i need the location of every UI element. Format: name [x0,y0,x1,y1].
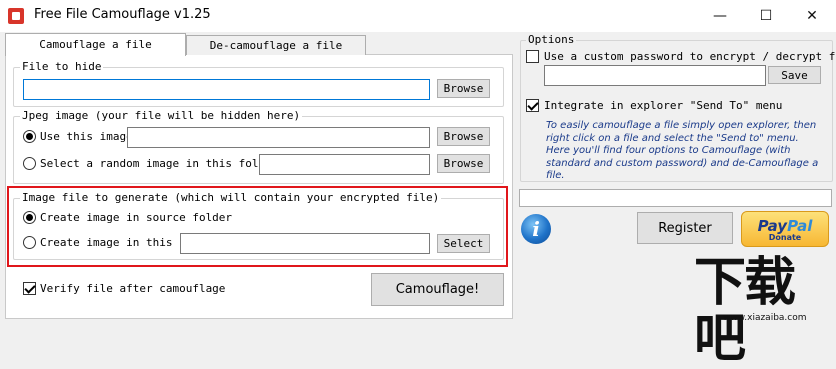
random-image-label: Select a random image in this folder: [40,157,286,170]
browse-folder-button[interactable]: Browse [437,154,490,173]
verify-checkbox[interactable] [23,282,36,295]
custom-password-checkbox[interactable] [526,50,539,63]
random-folder-input[interactable] [259,154,430,175]
source-folder-radio[interactable] [23,211,36,224]
register-button[interactable]: Register [637,212,733,244]
use-image-label: Use this image: [40,130,140,143]
generate-folder-input[interactable] [180,233,430,254]
camouflage-button[interactable]: Camouflage! [371,273,504,306]
use-image-input[interactable] [127,127,430,148]
watermark-url: www.xiazaiba.com [723,313,807,323]
custom-password-label: Use a custom password to encrypt / decry… [544,50,836,63]
tab-camouflage[interactable]: Camouflage a file [5,33,186,56]
integrate-label: Integrate in explorer "Send To" menu [544,99,783,112]
generate-legend: Image file to generate (which will conta… [20,191,442,204]
watermark-logo: 下载吧 [694,253,796,369]
status-field [519,189,832,207]
random-image-radio[interactable] [23,157,36,170]
paypal-donate-button[interactable]: PayPal Donate [741,211,829,247]
password-input[interactable] [544,65,766,86]
source-folder-label: Create image in source folder [40,211,233,224]
integrate-checkbox[interactable] [526,99,539,112]
close-button[interactable]: ✕ [789,0,835,32]
window-title: Free File Camouflage v1.25 [34,7,211,22]
verify-label: Verify file after camouflage [40,282,226,295]
select-folder-button[interactable]: Select [437,234,490,253]
minimize-button[interactable]: — [697,0,743,32]
browse-image-button[interactable]: Browse [437,127,490,146]
options-legend: Options [526,33,577,46]
save-password-button[interactable]: Save [768,66,821,84]
info-icon[interactable]: i [521,214,551,244]
maximize-button[interactable]: ☐ [743,0,789,32]
file-to-hide-legend: File to hide [20,60,104,73]
jpeg-image-legend: Jpeg image (your file will be hidden her… [20,109,303,122]
file-to-hide-input[interactable] [23,79,430,100]
paypal-donate-label: Donate [768,232,802,242]
this-folder-radio[interactable] [23,236,36,249]
integrate-info-text: To easily camouflage a file simply open … [546,120,819,181]
use-image-radio[interactable] [23,130,36,143]
browse-file-button[interactable]: Browse [437,79,490,98]
app-icon [8,8,24,24]
tab-decamouflage[interactable]: De-camouflage a file [186,35,366,55]
